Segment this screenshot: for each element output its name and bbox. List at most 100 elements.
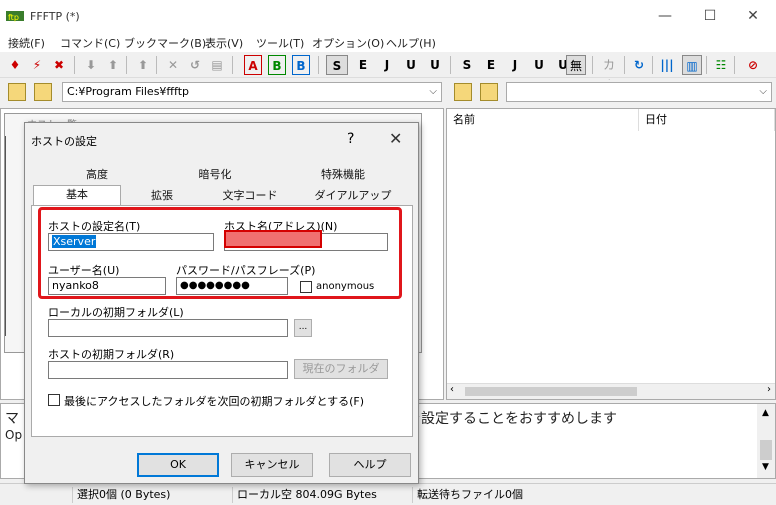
kana-convert-icon[interactable]: カナ <box>598 55 620 92</box>
host-folder-label: ホストの初期フォルダ(R) <box>48 348 175 361</box>
separator <box>232 56 233 74</box>
chevron-down-icon[interactable]: ⌵ <box>759 83 767 101</box>
menu-view[interactable]: 表示(V) <box>205 35 243 51</box>
toolbar: ♦ ⚡ ✖ ⬇ ⬆ ⬆ ✕ ↺ ▤ A B B S E J U U S E J … <box>0 52 776 92</box>
stop-icon[interactable]: ⊘ <box>744 55 762 75</box>
separator <box>126 56 127 74</box>
last-folder-label: 最後にアクセスしたフォルダを次回の初期フォルダとする(F) <box>64 395 365 408</box>
separator <box>450 56 451 74</box>
host-settings-dialog: ホストの設定 ? ✕ 高度 暗号化 特殊機能 基本 拡張 文字コード ダイアルア… <box>24 122 419 484</box>
maximize-button[interactable]: ☐ <box>695 6 725 26</box>
status-local-free: ローカル空 804.09G Bytes <box>232 487 410 503</box>
local-up-folder-icon[interactable] <box>8 83 26 101</box>
local-utf8-icon[interactable]: U <box>528 55 550 75</box>
scroll-left-icon[interactable]: ‹ <box>450 384 454 395</box>
menu-connect[interactable]: 接続(F) <box>8 35 45 51</box>
scroll-thumb[interactable] <box>465 387 637 396</box>
remote-sjis-icon[interactable]: S <box>326 55 348 75</box>
close-icon[interactable]: ✕ <box>389 129 402 148</box>
auto-mode-icon[interactable]: B <box>292 55 310 75</box>
menu-bar: 接続(F) コマンド(C) ブックマーク(B) 表示(V) ツール(T) オプシ… <box>0 32 776 52</box>
message-line-1-start: マ <box>5 411 19 427</box>
separator <box>706 56 707 74</box>
cancel-button[interactable]: キャンセル <box>231 453 313 477</box>
scroll-right-icon[interactable]: › <box>767 384 771 395</box>
scroll-thumb[interactable] <box>760 440 772 460</box>
local-path-combo[interactable]: C:¥Program Files¥ffftp ⌵ <box>62 82 442 102</box>
host-list-edge <box>5 136 11 336</box>
remote-utf8bom-icon[interactable]: U <box>424 55 446 75</box>
local-open-folder-icon[interactable] <box>34 83 52 101</box>
host-folder-input[interactable] <box>48 361 288 379</box>
remote-open-folder-icon[interactable] <box>480 83 498 101</box>
menu-command[interactable]: コマンド(C) <box>60 35 120 51</box>
ascii-mode-icon[interactable]: A <box>244 55 262 75</box>
status-queue: 転送待ちファイル0個 <box>412 487 612 503</box>
message-line-1-rest: を設定することをおすすめします <box>407 411 617 427</box>
local-folder-input[interactable] <box>48 319 288 337</box>
remote-horizontal-scrollbar[interactable]: ‹ › <box>447 383 775 399</box>
separator <box>592 56 593 74</box>
tab-dialup[interactable]: ダイアルアップ <box>297 187 409 205</box>
upload-icon[interactable]: ⬆ <box>104 55 122 75</box>
remote-path-combo[interactable]: ⌵ <box>506 82 772 102</box>
list-view-icon[interactable]: ||| <box>658 55 676 75</box>
separator <box>624 56 625 74</box>
chevron-down-icon[interactable]: ⌵ <box>429 83 437 101</box>
menu-bookmark[interactable]: ブックマーク(B) <box>124 35 206 51</box>
disconnect-icon[interactable]: ✖ <box>50 55 68 75</box>
local-jis-icon[interactable]: J <box>504 55 526 75</box>
binary-mode-icon[interactable]: B <box>268 55 286 75</box>
tab-charset[interactable]: 文字コード <box>205 187 295 205</box>
tab-special[interactable]: 特殊機能 <box>293 166 393 184</box>
local-folder-label: ローカルの初期フォルダ(L) <box>48 306 184 319</box>
no-convert-icon[interactable]: 無 <box>566 55 586 75</box>
browse-local-folder-button[interactable]: ... <box>294 319 312 337</box>
separator <box>156 56 157 74</box>
mirror-upload-icon[interactable]: ⬆ <box>134 55 152 75</box>
separator <box>318 56 319 74</box>
remote-file-pane[interactable]: 名前 日付 ‹ › <box>446 108 776 400</box>
message-line-2-start: Op <box>5 428 23 442</box>
separator <box>734 56 735 74</box>
local-sjis-icon[interactable]: S <box>456 55 478 75</box>
minimize-button[interactable]: — <box>650 6 680 26</box>
help-icon[interactable]: ? <box>347 131 354 147</box>
download-icon[interactable]: ⬇ <box>82 55 100 75</box>
tab-basic[interactable]: 基本 <box>33 185 121 206</box>
local-euc-icon[interactable]: E <box>480 55 502 75</box>
ok-button[interactable]: OK <box>137 453 219 477</box>
highlight-outline <box>38 207 402 299</box>
quick-connect-icon[interactable]: ⚡ <box>28 55 46 75</box>
remote-up-folder-icon[interactable] <box>454 83 472 101</box>
rename-icon[interactable]: ↺ <box>186 55 204 75</box>
message-scrollbar[interactable]: ▲ ▼ <box>757 404 775 478</box>
status-bar: 選択0個 (0 Bytes) ローカル空 804.09G Bytes 転送待ちフ… <box>0 483 776 505</box>
remote-euc-icon[interactable]: E <box>352 55 374 75</box>
current-folder-button[interactable]: 現在のフォルダ <box>294 359 388 379</box>
detail-view-icon[interactable]: ▥ <box>682 55 702 75</box>
remote-col-date[interactable]: 日付 <box>639 109 775 131</box>
local-path-text: C:¥Program Files¥ffftp <box>67 85 189 98</box>
delete-icon[interactable]: ✕ <box>164 55 182 75</box>
remote-jis-icon[interactable]: J <box>376 55 398 75</box>
last-folder-checkbox[interactable] <box>48 394 60 406</box>
connect-icon[interactable]: ♦ <box>6 55 24 75</box>
remote-utf8-icon[interactable]: U <box>400 55 422 75</box>
scroll-up-icon[interactable]: ▲ <box>762 408 769 418</box>
menu-tools[interactable]: ツール(T) <box>256 35 304 51</box>
tab-extended[interactable]: 拡張 <box>123 187 201 205</box>
tab-encryption[interactable]: 暗号化 <box>165 166 265 184</box>
menu-options[interactable]: オプション(O) <box>312 35 384 51</box>
close-button[interactable]: ✕ <box>738 6 768 26</box>
help-button[interactable]: ヘルプ <box>329 453 411 477</box>
mkdir-icon[interactable]: ▤ <box>208 55 226 75</box>
svg-text:ftp: ftp <box>8 13 19 22</box>
path-bar: C:¥Program Files¥ffftp ⌵ ⌵ <box>0 80 776 106</box>
menu-help[interactable]: ヘルプ(H) <box>386 35 436 51</box>
refresh-icon[interactable]: ↻ <box>630 55 648 75</box>
tab-advanced[interactable]: 高度 <box>57 166 137 184</box>
sync-icon[interactable]: ☷ <box>712 55 730 75</box>
scroll-down-icon[interactable]: ▼ <box>762 462 769 472</box>
remote-col-name[interactable]: 名前 <box>447 109 639 131</box>
